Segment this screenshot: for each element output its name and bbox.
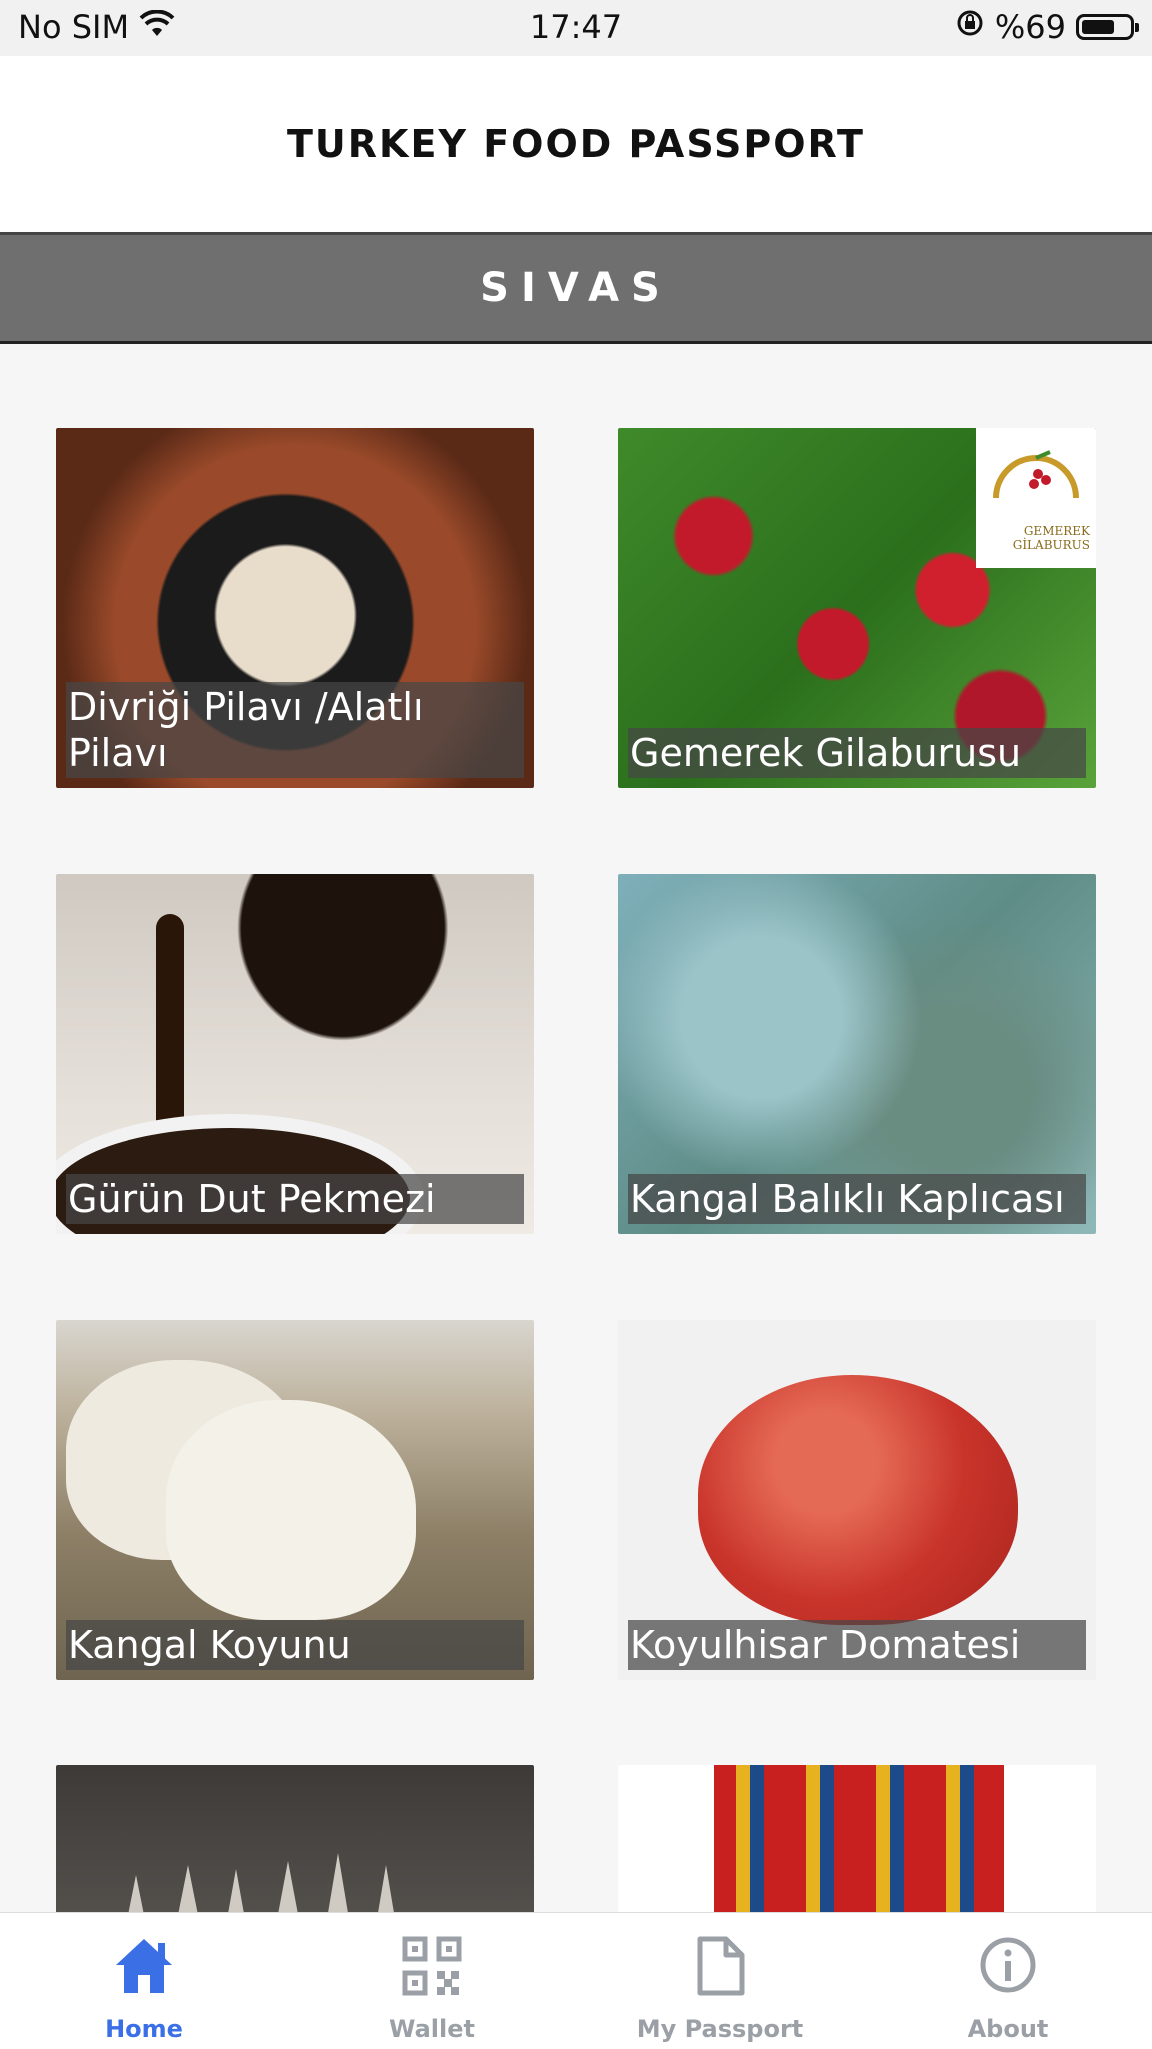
food-card-caption: Kangal Balıklı Kaplıcası [628, 1174, 1086, 1224]
food-card-partial-knives[interactable] [56, 1765, 534, 1925]
tab-home-label: Home [105, 2015, 183, 2043]
info-icon [980, 1937, 1036, 1993]
status-bar: No SIM 17:47 %69 [0, 0, 1152, 56]
food-card-caption: Divriği Pilavı /Alatlı Pilavı [66, 682, 524, 778]
food-card-divrigi-pilavi[interactable]: Divriği Pilavı /Alatlı Pilavı [56, 428, 534, 788]
orientation-lock-icon [955, 8, 985, 46]
food-card-gurun-dut-pekmezi[interactable]: Gürün Dut Pekmezi [56, 874, 534, 1234]
battery-fill [1082, 20, 1114, 34]
tab-wallet-label: Wallet [388, 2015, 475, 2043]
food-card-caption: Kangal Koyunu [66, 1620, 524, 1670]
tab-my-passport[interactable]: My Passport [576, 1913, 864, 2049]
food-card-kangal-balikli-kaplicasi[interactable]: Kangal Balıklı Kaplıcası [618, 874, 1096, 1234]
food-card-caption: Koyulhisar Domatesi [628, 1620, 1086, 1670]
tab-my-passport-label: My Passport [636, 2015, 804, 2043]
food-card-kangal-koyunu[interactable]: Kangal Koyunu [56, 1320, 534, 1680]
food-card-caption: Gemerek Gilaburusu [628, 728, 1086, 778]
brand-logo: GEMEREK GİLABURUS [976, 428, 1096, 568]
food-image [618, 1765, 1096, 1925]
tab-bar: Home Wallet My Passport About [0, 1912, 1152, 2049]
status-right: %69 [955, 8, 1139, 46]
food-card-gemerek-gilaburusu[interactable]: GEMEREK GİLABURUS Gemerek Gilaburusu [618, 428, 1096, 788]
tab-wallet[interactable]: Wallet [288, 1913, 576, 2049]
tab-about-label: About [967, 2015, 1049, 2043]
food-card-caption: Gürün Dut Pekmezi [66, 1174, 524, 1224]
tab-home[interactable]: Home [0, 1913, 288, 2049]
food-card-partial-kilim[interactable] [618, 1765, 1096, 1925]
tab-about[interactable]: About [864, 1913, 1152, 2049]
section-title: SIVAS [480, 265, 672, 311]
food-image [56, 1765, 534, 1925]
battery-percent: %69 [994, 8, 1066, 46]
food-card-koyulhisar-domatesi[interactable]: Koyulhisar Domatesi [618, 1320, 1096, 1680]
qr-code-icon [402, 1936, 462, 1996]
home-icon [116, 1939, 172, 1993]
app-title: TURKEY FOOD PASSPORT [287, 122, 865, 166]
brand-logo-text: GEMEREK GİLABURUS [1012, 524, 1090, 552]
battery-icon [1076, 14, 1139, 40]
section-header: SIVAS [0, 232, 1152, 344]
app-header: TURKEY FOOD PASSPORT [0, 56, 1152, 232]
document-icon [697, 1936, 745, 1996]
